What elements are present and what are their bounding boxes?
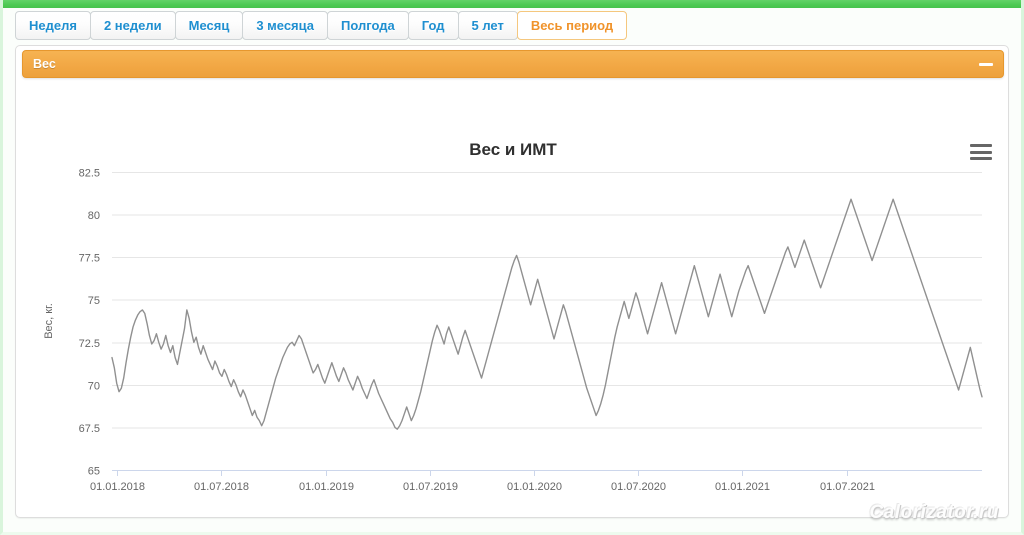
x-axis-tick-label: 01.01.2021: [715, 481, 770, 493]
period-tab-7[interactable]: Весь период: [516, 11, 628, 40]
site-top-bar: [3, 0, 1021, 8]
y-axis-tick-label: 65: [88, 466, 100, 478]
weight-panel: Вес Вес и ИМТ 65 67.5 70 72.5 75 77.5 80 82.5 01…: [15, 45, 1009, 518]
x-axis-tick-label: 01.07.2019: [403, 481, 458, 493]
y-axis-tick-label: 75: [88, 295, 100, 307]
x-axis-tick-label: 01.07.2021: [820, 481, 875, 493]
period-tab-6[interactable]: 5 лет: [457, 11, 518, 40]
period-tabs: Неделя 2 недели Месяц 3 месяца Полгода Год 5 л…: [15, 11, 628, 40]
x-axis-tick-label: 01.07.2020: [611, 481, 666, 493]
y-axis-tick-label: 67.5: [79, 423, 100, 435]
weight-panel-header: Вес: [22, 50, 1004, 78]
page-root: Неделя 2 недели Месяц 3 месяца Полгода Год 5 л…: [0, 0, 1024, 535]
chart-container: Вес и ИМТ 65 67.5 70 72.5 75 77.5 80 82.5 01.01.…: [22, 82, 1004, 512]
x-axis-tick-label: 01.07.2018: [194, 481, 249, 493]
period-tab-0[interactable]: Неделя: [15, 11, 91, 40]
weight-line-chart[interactable]: 65 67.5 70 72.5 75 77.5 80 82.5 01.01.2018 01.07.…: [22, 82, 1004, 512]
y-axis-tick-label: 77.5: [79, 253, 100, 265]
y-axis-tick-label: 82.5: [79, 168, 100, 180]
period-tab-4[interactable]: Полгода: [327, 11, 409, 40]
period-tab-1[interactable]: 2 недели: [89, 11, 176, 40]
y-axis-tick-label: 72.5: [79, 338, 100, 350]
x-axis-tick-label: 01.01.2018: [90, 481, 145, 493]
y-axis-title: Вес, кг.: [43, 303, 55, 339]
period-tab-3[interactable]: 3 месяца: [242, 11, 329, 40]
series-line-0[interactable]: [111, 198, 983, 430]
period-tab-5[interactable]: Год: [407, 11, 459, 40]
x-axis-tick-label: 01.01.2019: [299, 481, 354, 493]
plot-area: 65 67.5 70 72.5 75 77.5 80 82.5 01.01.2018 01.07.…: [22, 82, 1004, 512]
minus-icon[interactable]: [979, 62, 993, 66]
panel-title: Вес: [33, 57, 56, 71]
y-axis-tick-label: 70: [88, 380, 100, 392]
x-axis-tick-label: 01.01.2020: [507, 481, 562, 493]
period-tab-2[interactable]: Месяц: [174, 11, 244, 40]
watermark: Calorizator.ru: [869, 502, 999, 523]
y-axis-tick-label: 80: [88, 210, 100, 222]
